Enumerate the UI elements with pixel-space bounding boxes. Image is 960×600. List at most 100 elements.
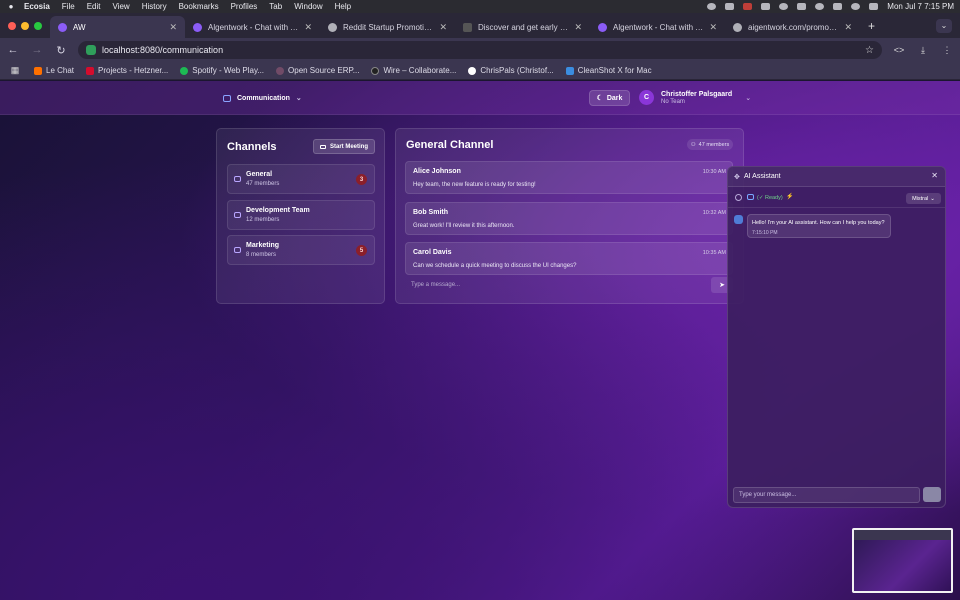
start-meeting-button[interactable]: Start Meeting	[313, 139, 375, 154]
avatar: C	[639, 90, 654, 105]
close-icon[interactable]: ✕	[931, 171, 938, 180]
bookmark-item[interactable]: Spotify - Web Play...	[180, 66, 264, 75]
battery-icon[interactable]	[797, 3, 807, 10]
bookmark-item[interactable]: Open Source ERP...	[276, 66, 359, 75]
drag-handle-icon[interactable]: ✥	[734, 173, 740, 181]
tab-title: Algentwork - Chat with Your	[613, 22, 704, 32]
tab-close-icon[interactable]: ✕	[439, 22, 447, 33]
apple-menu-icon[interactable]: ●	[6, 2, 16, 11]
members-count: 47 members	[698, 141, 730, 148]
minimize-window-button[interactable]	[21, 21, 29, 30]
message-square-icon	[223, 94, 231, 102]
bookmark-label: Spotify - Web Play...	[192, 66, 265, 75]
download-icon[interactable]: ⤓	[916, 45, 930, 56]
menu-history[interactable]: History	[142, 2, 167, 11]
chevron-down-icon: ⌄	[745, 94, 752, 102]
wifi-icon[interactable]	[833, 3, 843, 10]
status-app-icon[interactable]	[707, 3, 717, 10]
channel-item-marketing[interactable]: Marketing 8 members 5	[227, 235, 375, 265]
bolt-icon: ⚡	[786, 194, 794, 200]
unread-badge: 5	[356, 245, 367, 256]
browser-tab[interactable]: Discover and get early access ✕	[455, 16, 590, 38]
status-app-icon[interactable]	[779, 3, 789, 10]
reload-button[interactable]: ↻	[54, 44, 68, 57]
message-text: Great work! I'll review it this afternoo…	[413, 223, 515, 229]
members-count-badge[interactable]: ⚇ 47 members	[687, 139, 733, 150]
bookmark-item[interactable]: Wire – Collaborate...	[371, 66, 456, 75]
message-input[interactable]: Type a message...	[405, 278, 708, 292]
apps-grid-icon[interactable]: ▦	[8, 65, 22, 76]
back-button[interactable]: ←	[6, 44, 20, 56]
address-bar[interactable]: localhost:8080/communication ☆	[78, 41, 882, 59]
browser-tab[interactable]: Algentwork - Chat with Your ✕	[185, 16, 320, 38]
history-icon[interactable]	[735, 194, 742, 201]
new-tab-button[interactable]: +	[860, 19, 883, 33]
browser-tab[interactable]: aigentwork.com/promo-video ✕	[725, 16, 860, 38]
browser-tab[interactable]: AW ✕	[50, 16, 185, 38]
tab-title: AW	[73, 22, 86, 32]
status-app-icon[interactable]	[725, 3, 735, 10]
url-text[interactable]: localhost:8080/communication	[102, 45, 223, 55]
user-team: No Team	[661, 98, 685, 105]
menu-app-name[interactable]: Ecosia	[24, 2, 50, 11]
tab-favicon-icon	[58, 22, 67, 32]
menu-bookmarks[interactable]: Bookmarks	[179, 2, 219, 11]
video-icon	[319, 144, 326, 149]
chat-message: Carol Davis 10:35 AM Can we schedule a q…	[405, 242, 733, 275]
more-menu-icon[interactable]: ⋮	[940, 45, 954, 56]
thumbnail-preview	[854, 530, 951, 540]
code-icon[interactable]: <>	[892, 45, 906, 55]
forward-button[interactable]: →	[30, 44, 44, 56]
screenshot-thumbnail[interactable]	[852, 528, 953, 593]
menu-profiles[interactable]: Profiles	[231, 2, 258, 11]
browser-tab[interactable]: Algentwork - Chat with Your ✕	[590, 16, 725, 38]
menu-tab[interactable]: Tab	[269, 2, 282, 11]
theme-toggle-button[interactable]: ☾ Dark	[589, 90, 630, 106]
message-author: Carol Davis	[413, 249, 452, 256]
channel-name: Development Team	[246, 207, 310, 214]
bookmark-label: CleanShot X for Mac	[577, 66, 652, 75]
page-content: Communication ⌄ ☾ Dark C Christoffer Pal…	[0, 81, 960, 600]
browser-tab[interactable]: Reddit Startup Promotion Tip ✕	[320, 16, 455, 38]
bluetooth-icon[interactable]	[815, 3, 825, 10]
bookmark-item[interactable]: CleanShot X for Mac	[565, 66, 652, 75]
message-square-icon	[234, 212, 241, 218]
menu-help[interactable]: Help	[335, 2, 351, 11]
tab-close-icon[interactable]: ✕	[574, 22, 582, 33]
bookmark-item[interactable]: ChrisPals (Christof...	[468, 66, 554, 75]
control-center-icon[interactable]	[869, 3, 879, 10]
status-app-icon[interactable]	[761, 3, 771, 10]
unread-badge: 3	[356, 174, 367, 185]
bookmark-item[interactable]: Projects - Hetzner...	[86, 66, 168, 75]
ai-send-button[interactable]	[923, 487, 941, 502]
menu-edit[interactable]: Edit	[87, 2, 101, 11]
bot-avatar-icon	[734, 215, 743, 224]
site-info-icon[interactable]	[86, 45, 96, 55]
menubar-clock[interactable]: Mon Jul 7 7:15 PM	[887, 2, 954, 11]
channel-item-general[interactable]: General 47 members 3	[227, 164, 375, 194]
close-window-button[interactable]	[8, 21, 16, 30]
ai-message-input[interactable]: Type your message...	[733, 487, 920, 503]
model-select[interactable]: Mistral ⌄	[906, 193, 941, 204]
channel-item-development-team[interactable]: Development Team 12 members	[227, 200, 375, 230]
tab-close-icon[interactable]: ✕	[169, 22, 177, 33]
menu-file[interactable]: File	[62, 2, 75, 11]
ai-panel-header[interactable]: ✥ AI Assistant ✕	[728, 167, 945, 187]
browser-tabstrip: AW ✕ Algentwork - Chat with Your ✕ Reddi…	[0, 13, 960, 38]
menu-view[interactable]: View	[112, 2, 129, 11]
message-author: Bob Smith	[413, 209, 448, 216]
tab-search-button[interactable]: ⌄	[936, 18, 952, 33]
tab-close-icon[interactable]: ✕	[709, 22, 717, 33]
spotlight-icon[interactable]	[851, 3, 861, 10]
zoom-window-button[interactable]	[34, 21, 42, 30]
message-time: 10:30 AM	[702, 169, 726, 175]
tab-close-icon[interactable]: ✕	[844, 22, 852, 33]
menu-window[interactable]: Window	[294, 2, 322, 11]
bookmark-item[interactable]: Le Chat	[34, 66, 74, 75]
user-menu[interactable]: C Christoffer Palsgaard No Team ⌄	[639, 90, 751, 105]
status-app-icon[interactable]	[743, 3, 753, 10]
send-icon: ➤	[719, 282, 725, 289]
tab-close-icon[interactable]: ✕	[304, 22, 312, 33]
bookmark-star-icon[interactable]: ☆	[865, 45, 874, 56]
section-switcher[interactable]: Communication ⌄	[223, 94, 302, 102]
